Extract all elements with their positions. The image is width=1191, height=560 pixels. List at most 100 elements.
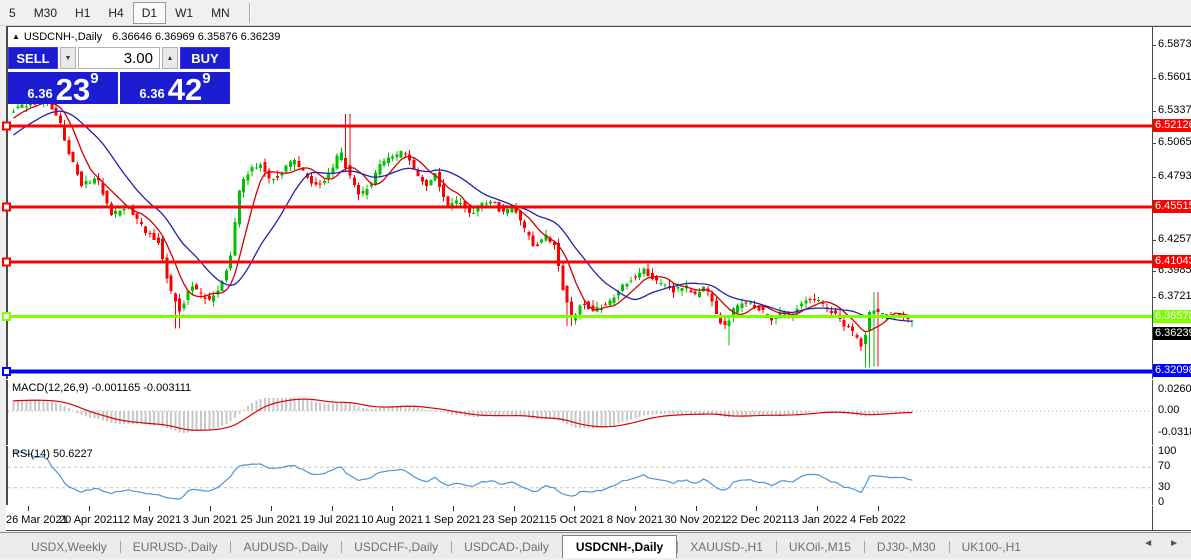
ohlc-values: 6.36646 6.36969 6.35876 6.36239 [112, 31, 281, 43]
time-tick [210, 506, 212, 511]
time-tick [877, 506, 879, 511]
collapse-icon[interactable]: ▲ [12, 32, 20, 41]
buy-button[interactable]: BUY [180, 47, 230, 69]
macd-signal-line [13, 398, 913, 431]
trading-platform-window: 5 M30 H1 H4 D1 W1 MN ▲ USDCNH-,Daily 6.36646 6.3… [0, 0, 1191, 560]
time-tick [28, 506, 29, 511]
axis-tick [1152, 177, 1156, 178]
sell-price-main: 23 [55, 71, 91, 107]
one-click-trade-panel: SELL ▼ ▲ BUY 6.36 23 9 6.36 42 9 [8, 47, 230, 107]
buy-price-display[interactable]: 6.36 42 9 [120, 70, 230, 107]
moving-average-line [13, 110, 913, 323]
chart-tab-ukoil-m15[interactable]: UKOil-,M15 [775, 536, 864, 558]
rsi-axis-label: 100 [1158, 445, 1177, 457]
chart-tab-usdx-weekly[interactable]: USDX,Weekly [18, 536, 120, 558]
time-tick [574, 506, 576, 511]
tab-scroll-right-button[interactable]: ► [1169, 538, 1179, 549]
chart-tab-audusd-daily[interactable]: AUDUSD-,Daily [230, 536, 341, 558]
axis-tick [1152, 240, 1156, 241]
level-price-tag: 6.41043 [1153, 254, 1191, 268]
axis-tick [1152, 45, 1156, 46]
date-label: 10 Aug 2021 [361, 514, 424, 526]
sell-button[interactable]: SELL [8, 47, 58, 69]
chart-tab-usdcnh-daily[interactable]: USDCNH-,Daily [561, 535, 678, 558]
tab-scroll-left-button[interactable]: ◄ [1143, 538, 1153, 549]
rsi-axis-label: 30 [1158, 480, 1171, 493]
buy-price-main: 42 [167, 71, 203, 107]
price-axis-label: 6.56010 [1158, 71, 1191, 83]
date-label: 30 Nov 2021 [664, 514, 727, 526]
candlestick-series [12, 94, 914, 368]
price-axis-label: 6.58730 [1158, 38, 1191, 50]
level-price-tag: 6.32098 [1153, 364, 1191, 378]
rsi-line [13, 451, 913, 500]
chart-tab-dj30-m30[interactable]: DJ30-,M30 [863, 536, 949, 558]
rsi-axis-label: 70 [1158, 460, 1171, 473]
date-label: 12 May 2021 [117, 514, 182, 526]
chart-title: ▲ USDCNH-,Daily 6.36646 6.36969 6.35876 6.… [12, 31, 280, 43]
sell-price-pip: 9 [90, 70, 99, 87]
time-tick [695, 506, 697, 511]
level-lines[interactable] [2, 121, 1152, 376]
macd-panel-divider[interactable] [6, 379, 1191, 380]
date-label: 22 Dec 2021 [725, 514, 788, 526]
date-label: 25 Jun 2021 [240, 514, 302, 526]
date-label: 13 Jan 2022 [786, 514, 848, 526]
price-axis-label: 6.50650 [1158, 136, 1191, 148]
rsi-label: RSI(14) 50.6227 [12, 448, 93, 460]
time-tick [452, 506, 454, 511]
axis-tick [1152, 111, 1156, 112]
current-price-tag: 6.36239 [1153, 326, 1191, 340]
moving-average-line [13, 101, 913, 333]
macd-axis-label: -0.03187 [1158, 426, 1191, 438]
sell-price-prefix: 6.36 [27, 86, 53, 102]
axis-tick [1152, 271, 1156, 272]
chart-tab-usdchf-daily[interactable]: USDCHF-,Daily [341, 536, 451, 558]
volume-increase-button[interactable]: ▲ [162, 47, 178, 69]
volume-decrease-button[interactable]: ▼ [60, 47, 76, 69]
level-price-tag: 6.45515 [1153, 200, 1191, 214]
date-label: 1 Sep 2021 [424, 514, 482, 526]
date-label: 20 Apr 2021 [59, 514, 119, 526]
macd-label: MACD(12,26,9) -0.001165 -0.003111 [12, 382, 192, 394]
level-price-tag: 6.52126 [1153, 119, 1191, 132]
time-tick [88, 506, 90, 511]
date-label: 4 Feb 2022 [849, 514, 906, 526]
macd-axis-label: 0.00 [1158, 404, 1180, 416]
axis-tick [1152, 143, 1156, 144]
date-label: 19 Jul 2021 [303, 514, 360, 526]
axis-tick [1152, 78, 1156, 79]
price-axis[interactable]: 6.58730 6.56010 6.53370 6.50650 6.47930 6.425… [1152, 26, 1191, 531]
volume-input[interactable] [78, 47, 160, 69]
macd-axis-label: 0.02607 [1158, 383, 1191, 395]
time-tick [635, 506, 636, 511]
level-price-tag: 6.36570 [1153, 309, 1191, 323]
time-axis[interactable]: 26 Mar 2021 20 Apr 2021 12 May 2021 3 Jun 2… [6, 506, 1152, 530]
chart-tab-uk100-h1[interactable]: UK100-,H1 [948, 536, 1034, 558]
axis-tick [1152, 297, 1156, 298]
buy-price-pip: 9 [202, 70, 211, 87]
arrow-down-icon: ▼ [64, 54, 72, 62]
time-tick [817, 506, 819, 511]
symbol-period-label: USDCNH-,Daily [23, 31, 103, 43]
time-tick [513, 506, 515, 511]
time-tick [756, 506, 758, 511]
time-tick [392, 506, 394, 511]
rsi-panel-divider[interactable] [6, 445, 1191, 446]
date-label: 3 Jun 2021 [182, 514, 238, 526]
date-label: 23 Sep 2021 [482, 514, 545, 526]
date-label: 15 Oct 2021 [544, 514, 605, 526]
rsi-axis-label: 0 [1158, 496, 1165, 508]
tab-scroll-controls: ◄ ► [1143, 538, 1179, 549]
price-axis-label: 6.42570 [1158, 233, 1191, 245]
chart-tab-xauusd-h1[interactable]: XAUUSD-,H1 [677, 536, 776, 558]
buy-price-prefix: 6.36 [139, 86, 165, 102]
chart-tab-eurusd-daily[interactable]: EURUSD-,Daily [119, 536, 231, 558]
price-axis-label: 6.47930 [1158, 170, 1191, 182]
arrow-up-icon: ▲ [166, 54, 174, 62]
price-axis-label: 6.53370 [1158, 104, 1191, 116]
chart-tab-usdcad-daily[interactable]: USDCAD-,Daily [451, 536, 562, 558]
sell-price-display[interactable]: 6.36 23 9 [8, 70, 118, 107]
time-tick [331, 506, 333, 511]
time-tick [149, 506, 151, 511]
